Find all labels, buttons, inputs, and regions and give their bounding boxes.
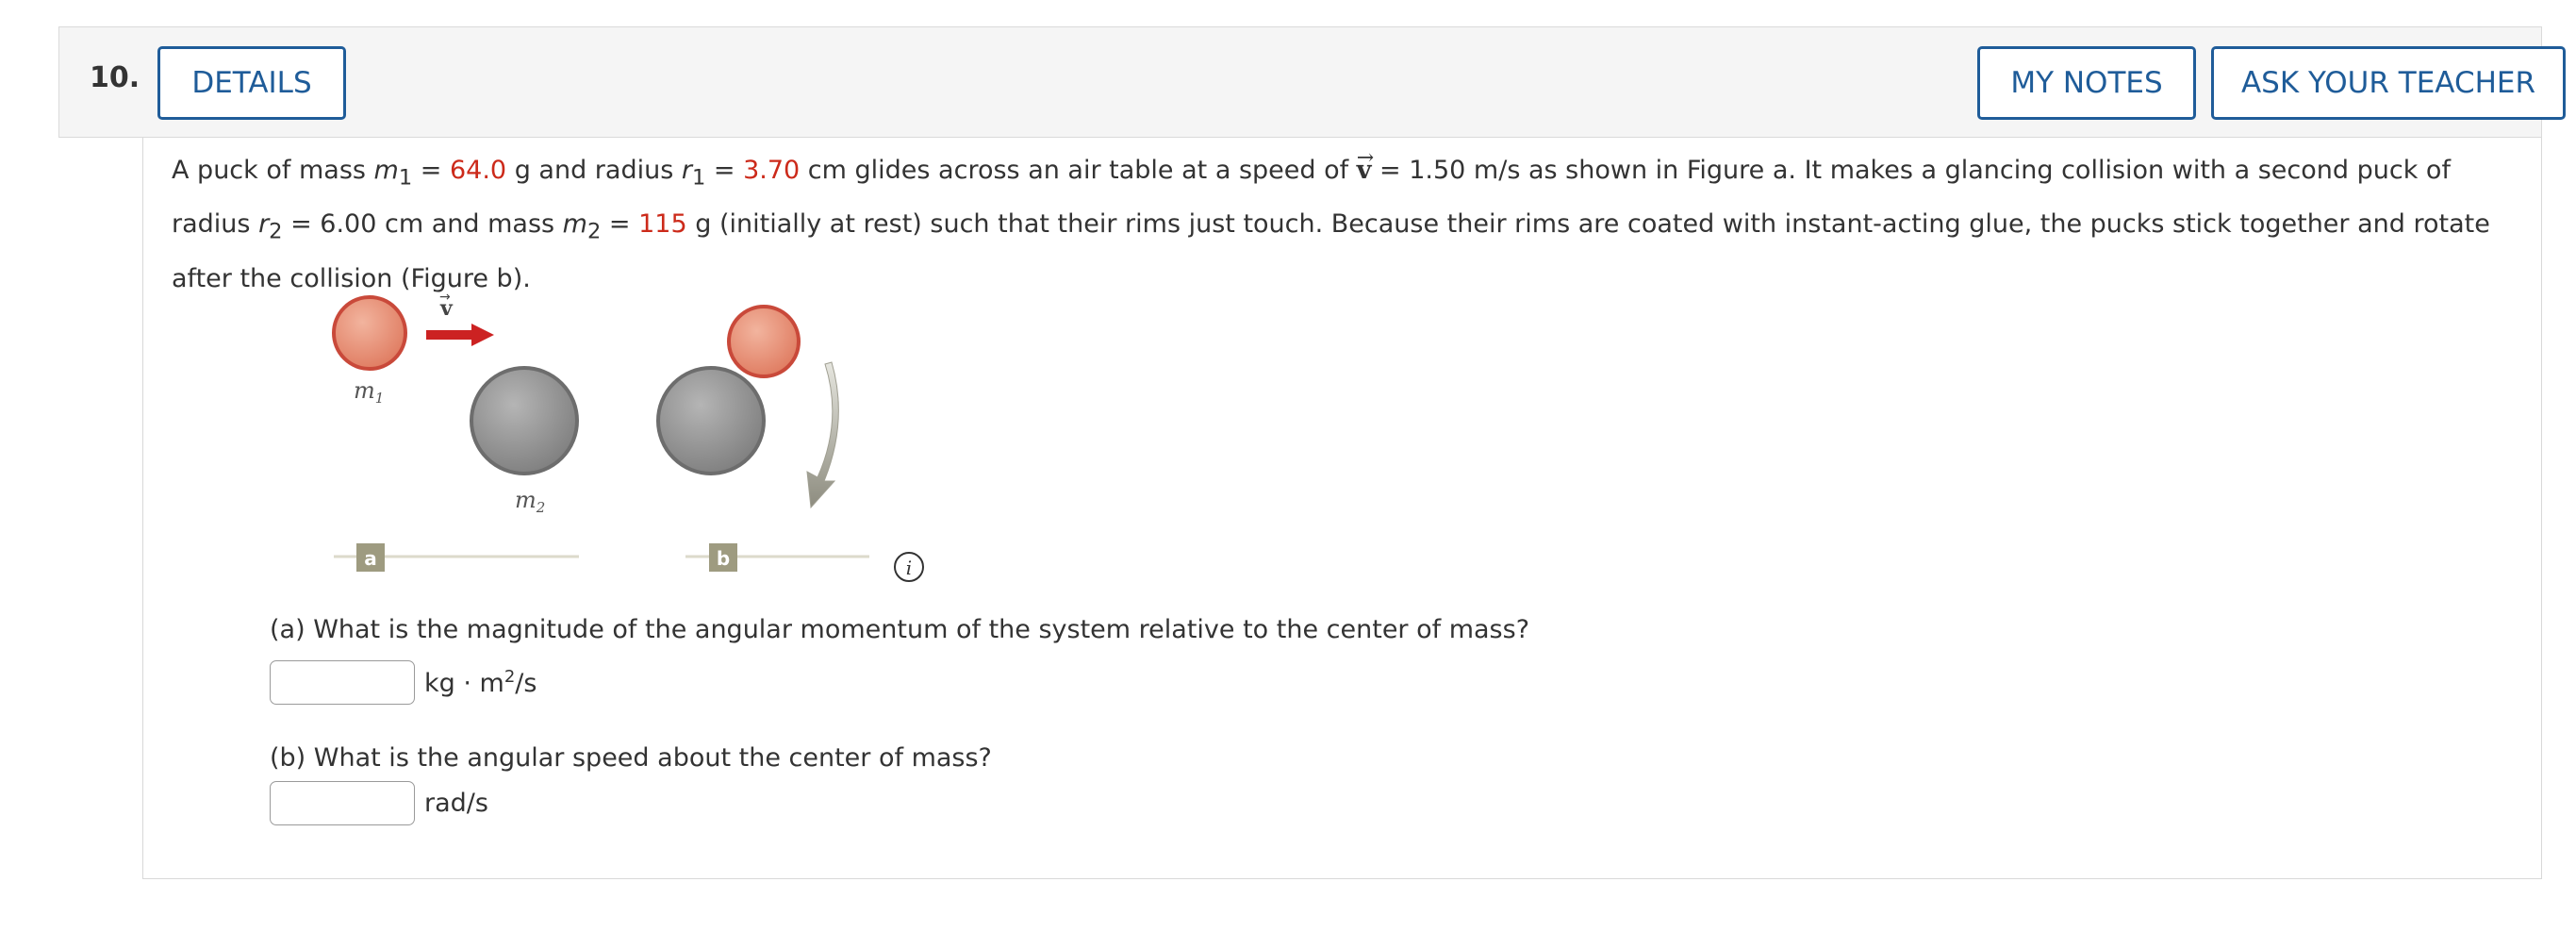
label-m1: m1: [354, 377, 384, 407]
problem-statement: A puck of mass m1 = 64.0 g and radius r1…: [172, 146, 2519, 303]
label-m2: m2: [515, 487, 545, 516]
equals-sign: =: [601, 209, 639, 240]
equals-sign: =: [412, 156, 450, 185]
puck-m1-figure-b: [727, 305, 801, 378]
puck-m2-figure-a: [470, 366, 579, 475]
svg-text:i: i: [906, 557, 912, 579]
problem-text-segment: A puck of mass: [172, 156, 374, 185]
velocity-vector-symbol: → v: [1356, 146, 1375, 185]
answer-a-row: kg · m2/s: [270, 660, 537, 705]
rotation-arrow: [806, 361, 839, 509]
label-v-arrow: →: [439, 290, 451, 305]
question-header: 10. DETAILS MY NOTES ASK YOUR TEACHER: [58, 26, 2566, 138]
m1-symbol: m: [373, 156, 399, 185]
details-button[interactable]: DETAILS: [157, 46, 346, 120]
r1-value: 3.70: [743, 156, 801, 185]
panel-b-label: b: [717, 547, 730, 570]
equals-sign: =: [705, 156, 744, 185]
m2-value: 115: [638, 209, 687, 240]
answer-a-unit: kg · m2/s: [424, 667, 537, 698]
collision-figure: m1 v → m2 a b i: [332, 290, 924, 582]
m1-subscript: 1: [398, 165, 413, 191]
question-b-text: (b) What is the angular speed about the …: [270, 743, 992, 773]
r1-symbol: r: [681, 156, 692, 185]
answer-a-input[interactable]: [270, 660, 415, 705]
answer-b-unit: rad/s: [424, 789, 488, 818]
velocity-arrowhead: [471, 324, 494, 346]
velocity-arrow: [426, 330, 475, 340]
ask-your-teacher-button[interactable]: ASK YOUR TEACHER: [2211, 46, 2566, 120]
problem-text-segment: = 6.00 cm and mass: [282, 209, 563, 240]
answer-b-input[interactable]: [270, 781, 415, 825]
m2-symbol: m: [562, 209, 587, 240]
r2-symbol: r: [258, 209, 270, 240]
info-icon[interactable]: i: [894, 552, 924, 582]
question-body: A puck of mass m1 = 64.0 g and radius r1…: [142, 138, 2542, 879]
m1-value: 64.0: [449, 156, 507, 185]
r2-subscript: 2: [269, 219, 283, 244]
question-a-text: (a) What is the magnitude of the angular…: [270, 615, 1530, 644]
problem-text-segment: cm glides across an air table at a speed…: [800, 156, 1357, 185]
puck-m1-figure-a: [332, 295, 407, 371]
problem-text-segment: g and radius: [506, 156, 682, 185]
r1-subscript: 1: [691, 165, 706, 191]
my-notes-button[interactable]: MY NOTES: [1977, 46, 2196, 120]
puck-m2-figure-b: [656, 366, 766, 475]
question-number: 10.: [90, 61, 140, 94]
panel-a-label: a: [364, 547, 377, 570]
answer-b-row: rad/s: [270, 781, 488, 825]
m2-subscript: 2: [586, 219, 602, 244]
